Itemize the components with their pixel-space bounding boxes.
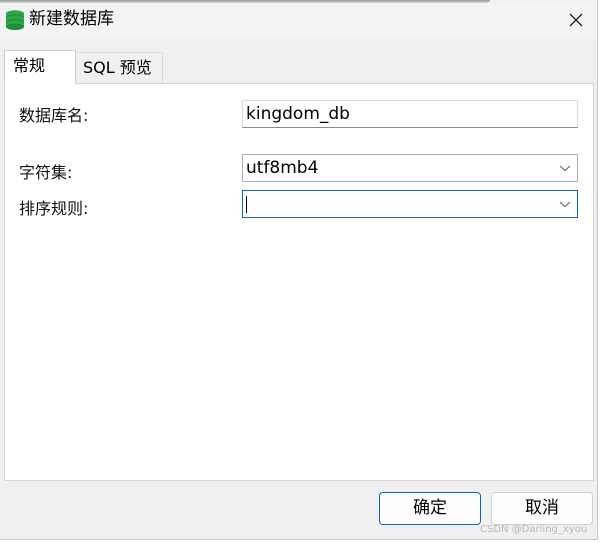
charset-select[interactable]: utf8mb4 [242,154,578,182]
database-icon [6,10,24,30]
tab-general[interactable]: 常规 [4,50,76,84]
db-name-input[interactable]: kingdom_db [242,100,578,128]
dialog-title: 新建数据库 [29,9,114,29]
charset-value: utf8mb4 [246,158,319,178]
general-panel: 数据库名: kingdom_db 字符集: utf8mb4 排序规则: [4,83,594,481]
close-button[interactable] [556,4,596,36]
close-icon [569,13,583,27]
cancel-button[interactable]: 取消 [491,492,593,525]
title-bar[interactable]: 新建数据库 [0,3,597,37]
text-caret [246,196,247,213]
collation-select[interactable] [242,190,578,218]
new-database-dialog: 新建数据库 常规 SQL 预览 数据库名: kingdom_db 字符集: ut… [0,0,598,540]
charset-label: 字符集: [19,163,73,182]
chevron-down-icon [559,201,571,208]
ok-button[interactable]: 确定 [379,492,481,525]
collation-label: 排序规则: [19,199,89,218]
db-name-label: 数据库名: [19,106,89,125]
tab-strip: 常规 SQL 预览 [0,37,597,84]
tab-sql-preview[interactable]: SQL 预览 [76,52,163,83]
chevron-down-icon [559,165,571,172]
watermark: CSDN @Darling_xyou [480,524,588,535]
